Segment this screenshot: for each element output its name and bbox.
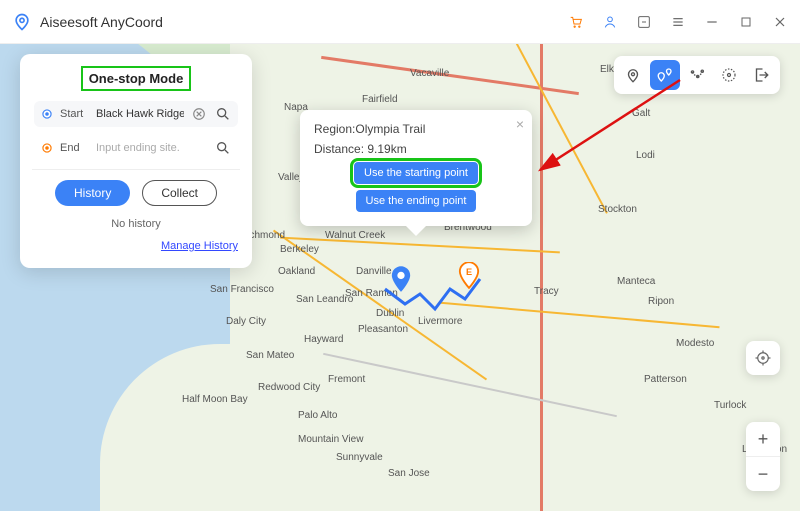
search-end-icon[interactable] (214, 139, 232, 157)
start-input[interactable] (96, 108, 184, 120)
multi-stop-tool[interactable] (682, 60, 712, 90)
menu-icon[interactable] (670, 14, 686, 30)
city-label: Turlock (714, 400, 746, 411)
start-pin-icon (40, 107, 54, 121)
start-label: Start (60, 108, 90, 120)
city-label: Berkeley (280, 244, 319, 255)
panel-buttons: History Collect (34, 180, 238, 206)
city-label: Vacaville (410, 68, 449, 79)
city-label: San Francisco (210, 284, 274, 295)
popup-region: Region:Olympia Trail (314, 122, 518, 136)
person-icon[interactable] (602, 14, 618, 30)
feedback-icon[interactable] (636, 14, 652, 30)
use-end-button[interactable]: Use the ending point (356, 190, 477, 212)
end-label: End (60, 142, 90, 154)
popup-close-icon[interactable]: × (516, 116, 524, 132)
start-marker-icon (390, 266, 412, 299)
city-label: Daly City (226, 316, 266, 327)
popup-distance: Distance: 9.19km (314, 142, 518, 156)
history-button[interactable]: History (55, 180, 130, 206)
mode-toolbar (614, 56, 780, 94)
city-label: Mountain View (298, 434, 363, 445)
city-label: Hayward (304, 334, 343, 345)
city-label: Walnut Creek (325, 230, 385, 241)
close-button[interactable] (772, 14, 788, 30)
manage-history-link[interactable]: Manage History (161, 240, 238, 252)
city-label: Fairfield (362, 94, 398, 105)
mode-title: One-stop Mode (81, 66, 192, 91)
minimize-button[interactable] (704, 14, 720, 30)
route-panel: One-stop Mode Start End History Collect … (20, 54, 252, 268)
zoom-in-button[interactable]: + (746, 422, 780, 456)
city-label: Fremont (328, 374, 365, 385)
city-label: San Mateo (246, 350, 294, 361)
end-marker-icon: E (458, 262, 480, 295)
app-title: Aiseesoft AnyCoord (40, 14, 163, 30)
clear-start-icon[interactable] (190, 105, 208, 123)
city-label: Tracy (534, 286, 559, 297)
use-start-button[interactable]: Use the starting point (354, 162, 478, 184)
exit-tool[interactable] (746, 60, 776, 90)
city-label: Redwood City (258, 382, 320, 393)
no-history-text: No history (34, 218, 238, 230)
window-controls (568, 14, 788, 30)
zoom-controls: + − (746, 422, 780, 491)
city-label: Oakland (278, 266, 315, 277)
city-label: Half Moon Bay (182, 394, 248, 405)
city-label: Pleasanton (358, 324, 408, 335)
city-label: Sunnyvale (336, 452, 383, 463)
search-start-icon[interactable] (214, 105, 232, 123)
zoom-out-button[interactable]: − (746, 457, 780, 491)
start-field-row: Start (34, 101, 238, 127)
city-label: Lodi (636, 150, 655, 161)
modify-location-tool[interactable] (618, 60, 648, 90)
region-popup: × Region:Olympia Trail Distance: 9.19km … (300, 110, 532, 226)
city-label: San Leandro (296, 294, 353, 305)
one-stop-tool[interactable] (650, 60, 680, 90)
city-label: Stockton (598, 204, 637, 215)
city-label: Modesto (676, 338, 714, 349)
city-label: Ripon (648, 296, 674, 307)
end-input[interactable] (96, 142, 208, 154)
city-label: San Jose (388, 468, 430, 479)
city-label: Galt (632, 108, 650, 119)
svg-text:E: E (466, 267, 472, 277)
title-bar: Aiseesoft AnyCoord (0, 0, 800, 44)
end-pin-icon (40, 141, 54, 155)
end-field-row: End (34, 135, 238, 161)
city-label: Palo Alto (298, 410, 337, 421)
app-logo-icon (12, 12, 32, 32)
joystick-tool[interactable] (714, 60, 744, 90)
cart-icon[interactable] (568, 14, 584, 30)
recenter-button[interactable] (746, 341, 780, 375)
city-label: Manteca (617, 276, 655, 287)
city-label: Patterson (644, 374, 687, 385)
collect-button[interactable]: Collect (142, 180, 217, 206)
maximize-button[interactable] (738, 14, 754, 30)
